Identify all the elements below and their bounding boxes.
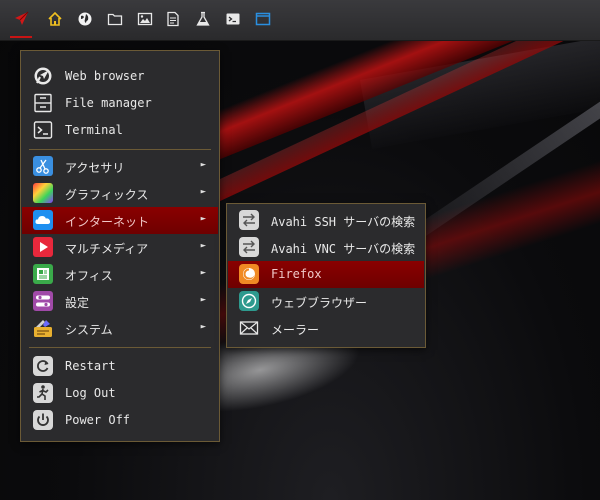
internet-icon [33, 210, 53, 230]
terminal-icon [226, 13, 240, 25]
menu-item-web-browser[interactable]: Web browser [22, 63, 218, 90]
avahi-vnc-icon [239, 237, 259, 257]
submenu-arrow-icon: ► [200, 160, 206, 170]
menu-item-label: Restart [65, 359, 116, 373]
menu-item-label: Firefox [271, 267, 322, 281]
submenu-arrow-icon: ► [200, 322, 206, 332]
submenu-item-firefox[interactable]: Firefox [228, 261, 424, 288]
logout-icon [33, 383, 53, 403]
settings-icon [33, 291, 53, 311]
web-browser-icon [34, 67, 52, 85]
office-icon [33, 264, 53, 284]
menu-item-label: インターネット [65, 215, 150, 229]
image-icon [137, 12, 153, 26]
menu-separator [29, 149, 211, 150]
menu-item-label: Terminal [65, 123, 123, 137]
submenu-item-avahi-ssh[interactable]: Avahi SSH サーバの検索 [228, 207, 424, 234]
submenu-item-mailer[interactable]: メーラー [228, 315, 424, 342]
app-menu-rocket-icon [15, 11, 29, 25]
menu-item-label: 設定 [65, 296, 90, 310]
submenu-arrow-icon: ► [200, 268, 206, 278]
top-panel [0, 0, 600, 41]
image-viewer-launcher[interactable] [134, 8, 156, 30]
app-menu-button[interactable] [10, 8, 32, 38]
editor-launcher[interactable] [162, 8, 184, 30]
submenu-arrow-icon: ► [200, 241, 206, 251]
file-manager-icon [34, 93, 52, 113]
menu-item-label: Avahi SSH サーバの検索 [271, 215, 416, 229]
menu-item-office[interactable]: オフィス ► [22, 261, 218, 288]
home-button[interactable] [44, 8, 66, 30]
accessories-icon [33, 156, 53, 176]
restart-icon [33, 356, 53, 376]
avahi-ssh-icon [239, 210, 259, 230]
menu-separator [29, 347, 211, 348]
menu-item-label: オフィス [65, 269, 113, 283]
menu-item-label: ウェブブラウザー [271, 296, 368, 310]
menu-item-power-off[interactable]: Power Off [22, 407, 218, 434]
browser-launcher[interactable] [74, 8, 96, 30]
submenu-item-web-browser[interactable]: ウェブブラウザー [228, 288, 424, 315]
folder-icon [107, 13, 123, 26]
menu-item-label: Log Out [65, 386, 116, 400]
terminal-icon [33, 121, 53, 139]
window-icon [255, 12, 271, 26]
globe-icon [78, 12, 92, 26]
flask-icon [196, 11, 210, 26]
terminal-launcher[interactable] [222, 8, 244, 30]
home-icon [48, 11, 62, 26]
system-icon [34, 320, 52, 337]
menu-item-terminal[interactable]: Terminal [22, 117, 218, 144]
menu-item-label: メーラー [271, 323, 320, 337]
menu-item-label: アクセサリ [65, 161, 125, 175]
multimedia-icon [33, 237, 53, 257]
menu-item-multimedia[interactable]: マルチメディア ► [22, 234, 218, 261]
submenu-item-avahi-vnc[interactable]: Avahi VNC サーバの検索 [228, 234, 424, 261]
internet-submenu: Avahi SSH サーバの検索 Avahi VNC サーバの検索 Firefo… [226, 203, 426, 348]
menu-item-accessories[interactable]: アクセサリ ► [22, 153, 218, 180]
menu-item-file-manager[interactable]: File manager [22, 90, 218, 117]
submenu-arrow-icon: ► [200, 214, 206, 224]
files-launcher[interactable] [104, 8, 126, 30]
menu-item-label: File manager [65, 96, 152, 110]
menu-item-label: Web browser [65, 69, 145, 83]
submenu-arrow-icon: ► [200, 187, 206, 197]
menu-item-system[interactable]: システム ► [22, 315, 218, 342]
submenu-arrow-icon: ► [200, 295, 206, 305]
menu-item-log-out[interactable]: Log Out [22, 380, 218, 407]
graphics-icon [33, 183, 53, 203]
menu-item-settings[interactable]: 設定 ► [22, 288, 218, 315]
power-off-icon [33, 410, 53, 430]
menu-item-label: Avahi VNC サーバの検索 [271, 242, 416, 256]
menu-item-graphics[interactable]: グラフィックス ► [22, 180, 218, 207]
application-menu: Web browser File manager Terminal アクセサリ … [20, 50, 220, 442]
menu-item-label: システム [65, 323, 113, 337]
menu-item-label: マルチメディア [65, 242, 149, 256]
window-switcher[interactable] [252, 8, 274, 30]
menu-item-restart[interactable]: Restart [22, 353, 218, 380]
web-browser-safari-icon [239, 291, 259, 311]
menu-item-label: グラフィックス [65, 188, 149, 202]
mailer-icon [239, 321, 259, 335]
firefox-icon [239, 264, 259, 284]
menu-item-internet[interactable]: インターネット ► [22, 207, 218, 234]
science-launcher[interactable] [192, 8, 214, 30]
document-icon [167, 11, 179, 27]
menu-item-label: Power Off [65, 413, 131, 427]
